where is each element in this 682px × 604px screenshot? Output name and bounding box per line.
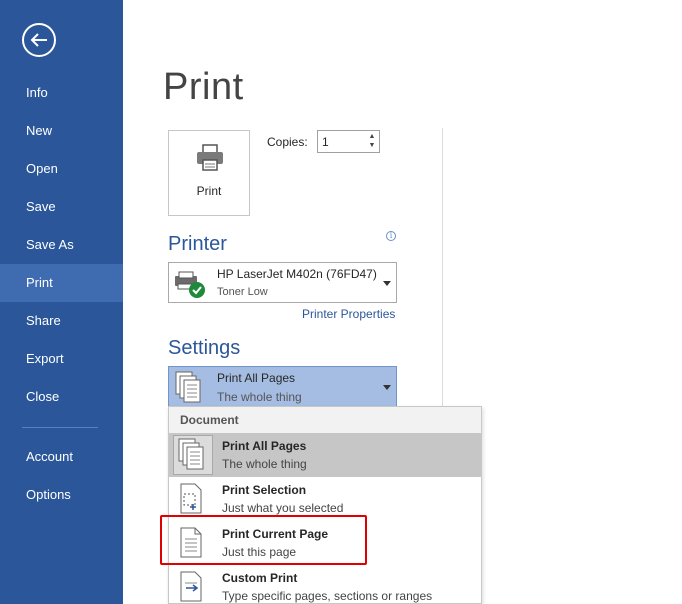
info-icon[interactable]: i bbox=[386, 231, 396, 241]
printer-properties-link[interactable]: Printer Properties bbox=[302, 307, 395, 321]
nav-export[interactable]: Export bbox=[0, 340, 123, 378]
spin-down-icon[interactable]: ▼ bbox=[368, 142, 376, 150]
backstage-sidebar: Info New Open Save Save As Print Share E… bbox=[0, 0, 123, 604]
nav-divider bbox=[22, 427, 98, 428]
spin-up-icon[interactable]: ▲ bbox=[368, 133, 376, 141]
menu-item-sub: Just what you selected bbox=[222, 501, 344, 515]
copies-value[interactable]: 1 bbox=[322, 135, 329, 149]
vertical-divider bbox=[442, 128, 443, 408]
nav-open[interactable]: Open bbox=[0, 150, 123, 188]
nav-print[interactable]: Print bbox=[0, 264, 123, 302]
menu-item-title: Custom Print bbox=[222, 571, 298, 585]
printer-heading: Printer bbox=[168, 233, 227, 255]
nav-save-as[interactable]: Save As bbox=[0, 226, 123, 264]
custom-print-icon bbox=[180, 571, 202, 602]
nav-new[interactable]: New bbox=[0, 112, 123, 150]
all-pages-icon bbox=[178, 438, 204, 470]
print-button[interactable]: Print bbox=[168, 130, 250, 216]
menu-item-print-all-pages[interactable]: Print All Pages The whole thing bbox=[169, 433, 481, 477]
arrow-left-icon bbox=[30, 33, 47, 47]
back-button[interactable] bbox=[22, 23, 56, 57]
settings-heading: Settings bbox=[168, 337, 241, 359]
menu-item-sub: The whole thing bbox=[222, 457, 307, 471]
print-range-dropdown[interactable]: Print All Pages The whole thing bbox=[168, 366, 397, 407]
menu-item-sub: Type specific pages, sections or ranges bbox=[222, 589, 433, 603]
nav-close[interactable]: Close bbox=[0, 378, 123, 416]
nav-options[interactable]: Options bbox=[0, 476, 123, 514]
nav-save[interactable]: Save bbox=[0, 188, 123, 226]
page-title: Print bbox=[163, 66, 244, 108]
highlight-annotation bbox=[160, 515, 367, 565]
selection-page-icon bbox=[180, 483, 202, 514]
menu-item-custom-print[interactable]: Custom Print Type specific pages, sectio… bbox=[169, 565, 481, 603]
nav-share[interactable]: Share bbox=[0, 302, 123, 340]
printer-name: HP LaserJet M402n (76FD47) bbox=[217, 267, 377, 281]
all-pages-icon bbox=[175, 371, 201, 403]
printer-icon bbox=[197, 144, 223, 171]
copies-label: Copies: bbox=[267, 135, 308, 149]
chevron-down-icon bbox=[383, 385, 391, 390]
printer-status: Toner Low bbox=[217, 286, 268, 298]
copies-stepper[interactable]: 1 ▲ ▼ bbox=[317, 130, 380, 153]
menu-item-title: Print All Pages bbox=[222, 439, 307, 453]
nav-account[interactable]: Account bbox=[0, 438, 123, 476]
nav-info[interactable]: Info bbox=[0, 74, 123, 112]
settings-selected-sub: The whole thing bbox=[217, 390, 302, 404]
print-button-label: Print bbox=[196, 184, 222, 198]
printer-ready-icon bbox=[175, 271, 205, 298]
settings-selected-title: Print All Pages bbox=[217, 371, 296, 385]
menu-group-header: Document bbox=[169, 407, 481, 433]
print-range-menu: Document Print All Pages The whole thing… bbox=[168, 406, 482, 604]
menu-item-title: Print Selection bbox=[222, 483, 307, 497]
chevron-down-icon bbox=[383, 281, 391, 286]
printer-dropdown[interactable]: HP LaserJet M402n (76FD47) Toner Low bbox=[168, 262, 397, 303]
